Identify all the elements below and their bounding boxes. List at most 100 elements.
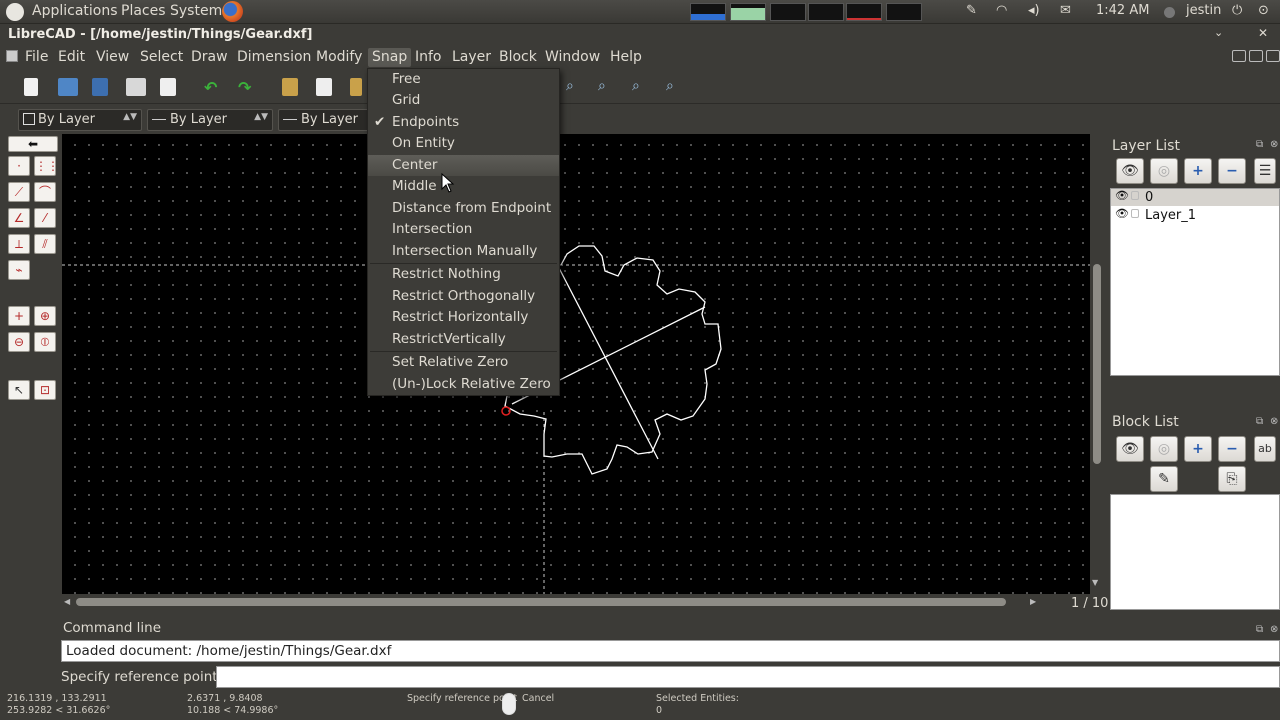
firefox-icon[interactable] xyxy=(222,1,243,22)
copy-icon[interactable] xyxy=(316,78,332,96)
layer-row-0[interactable]: 👁 0 xyxy=(1111,189,1279,206)
pen-width-select[interactable]: By Layer ▲▼ xyxy=(147,109,273,131)
menu-snap[interactable]: Snap xyxy=(368,48,412,67)
cut-icon[interactable] xyxy=(282,78,298,96)
restrict-vertically[interactable]: RestrictVertically xyxy=(368,329,559,350)
insert-block-button[interactable]: ⎘ xyxy=(1218,466,1246,492)
menu-help[interactable]: Help xyxy=(606,48,646,67)
zoom-pan-icon[interactable]: ⌕ xyxy=(666,78,686,96)
arc-tool-icon[interactable]: ⌒ xyxy=(34,182,56,202)
select-tool-icon[interactable]: ↖ xyxy=(8,380,30,400)
dock-float-icon[interactable]: ⧉ xyxy=(1256,624,1263,635)
menu-modify[interactable]: Modify xyxy=(312,48,366,67)
snap-grid[interactable]: Grid xyxy=(368,90,559,111)
scroll-left-icon[interactable]: ◀ xyxy=(64,597,70,606)
restrict-vertical-icon[interactable]: ⦶ xyxy=(34,332,56,352)
zoom-in-icon[interactable]: ⌕ xyxy=(598,78,618,96)
applications-menu[interactable]: Applications xyxy=(32,3,118,19)
restrict-horizontally[interactable]: Restrict Horizontally xyxy=(368,307,559,328)
lock-relative-zero[interactable]: (Un-)Lock Relative Zero xyxy=(368,374,559,395)
text-tool-icon[interactable]: ⌁ xyxy=(8,260,30,280)
close-icon[interactable]: ✕ xyxy=(1258,26,1268,40)
vertical-scroll-thumb[interactable] xyxy=(1093,264,1101,464)
save-icon[interactable] xyxy=(92,78,108,96)
system-menu[interactable]: System xyxy=(170,3,222,19)
command-input[interactable] xyxy=(216,666,1280,688)
menu-file[interactable]: File xyxy=(21,48,52,67)
hide-all-blocks-button[interactable]: ◎ xyxy=(1150,436,1178,462)
snap-distance-from-endpoint[interactable]: Distance from Endpoint xyxy=(368,198,559,219)
snap-intersection[interactable]: Intersection xyxy=(368,219,559,240)
spline-tool-icon[interactable]: ⫽ xyxy=(34,234,56,254)
add-block-button[interactable]: + xyxy=(1184,436,1212,462)
minimize-icon[interactable]: ⌄ xyxy=(1214,26,1223,39)
pen-color-select[interactable]: By Layer ▲▼ xyxy=(18,109,142,131)
restore-icon[interactable] xyxy=(1232,50,1246,62)
close-doc-icon[interactable] xyxy=(1266,50,1280,62)
remove-layer-button[interactable]: − xyxy=(1218,158,1246,184)
restrict-orthogonally[interactable]: Restrict Orthogonally xyxy=(368,286,559,307)
restrict-horizontal-icon[interactable]: ⊖ xyxy=(8,332,30,352)
shutdown-icon[interactable]: ⊙ xyxy=(1258,3,1269,18)
menu-dimension[interactable]: Dimension xyxy=(233,48,315,67)
snap-intersection-manually[interactable]: Intersection Manually xyxy=(368,241,559,262)
redo-icon[interactable]: ↷ xyxy=(238,78,258,97)
snap-on-entity[interactable]: On Entity xyxy=(368,133,559,154)
dock-close-icon[interactable]: ⊗ xyxy=(1270,416,1278,427)
power-icon[interactable]: ⏻ xyxy=(1232,3,1242,18)
dock-close-icon[interactable]: ⊗ xyxy=(1270,624,1278,635)
edit-icon[interactable]: ✎ xyxy=(966,3,977,18)
eye-icon[interactable]: 👁 xyxy=(1115,207,1129,220)
menu-draw[interactable]: Draw xyxy=(187,48,232,67)
pen-type-select[interactable]: By Layer xyxy=(278,109,370,131)
zoom-window-icon[interactable]: ⌕ xyxy=(632,78,652,96)
polyline-tool-icon[interactable]: ⟂ xyxy=(8,234,30,254)
places-menu[interactable]: Places xyxy=(121,3,166,19)
drawing-canvas[interactable] xyxy=(62,134,1090,594)
menu-view[interactable]: View xyxy=(92,48,133,67)
print-preview-icon[interactable] xyxy=(160,78,176,96)
print-icon[interactable] xyxy=(126,78,146,96)
scroll-right-icon[interactable]: ▶ xyxy=(1030,597,1036,606)
remove-block-button[interactable]: − xyxy=(1218,436,1246,462)
point-tool-icon[interactable]: · xyxy=(8,156,30,176)
scroll-down-icon[interactable]: ▼ xyxy=(1092,578,1098,587)
menu-block[interactable]: Block xyxy=(495,48,541,67)
snap-endpoints[interactable]: ✔ Endpoints xyxy=(368,112,559,133)
ubuntu-icon[interactable] xyxy=(6,3,24,21)
maximize-icon[interactable] xyxy=(1249,50,1263,62)
vertical-scrollbar[interactable]: ▼ xyxy=(1090,134,1104,594)
snap-free-icon[interactable]: + xyxy=(8,306,30,326)
show-all-layers-button[interactable]: 👁 xyxy=(1116,158,1144,184)
grid-tool-icon[interactable]: ⋮⋮ xyxy=(34,156,59,176)
dock-close-icon[interactable]: ⊗ xyxy=(1270,139,1278,150)
edit-block-button[interactable]: ✎ xyxy=(1150,466,1178,492)
menu-select[interactable]: Select xyxy=(136,48,187,67)
wifi-icon[interactable]: ◠ xyxy=(996,3,1007,18)
menu-edit[interactable]: Edit xyxy=(54,48,89,67)
mail-icon[interactable]: ✉ xyxy=(1060,3,1071,18)
menu-layer[interactable]: Layer xyxy=(448,48,495,67)
horizontal-scrollbar[interactable]: ◀ ▶ xyxy=(62,594,1042,610)
user-name[interactable]: jestin xyxy=(1186,3,1221,18)
set-relative-zero[interactable]: Set Relative Zero xyxy=(368,352,559,373)
dock-float-icon[interactable]: ⧉ xyxy=(1256,416,1263,427)
circle-tool-icon[interactable]: ∠ xyxy=(8,208,30,228)
zoom-auto-icon[interactable]: ⌕ xyxy=(566,78,586,96)
deselect-tool-icon[interactable]: ⊡ xyxy=(34,380,56,400)
undo-icon[interactable]: ↶ xyxy=(204,78,224,97)
volume-icon[interactable]: ◂) xyxy=(1028,3,1040,18)
paste-icon[interactable] xyxy=(350,78,362,96)
horizontal-scroll-thumb[interactable] xyxy=(76,598,1006,606)
dock-float-icon[interactable]: ⧉ xyxy=(1256,139,1263,150)
snap-center-icon[interactable]: ⊕ xyxy=(34,306,56,326)
open-file-icon[interactable] xyxy=(58,78,78,96)
lock-icon[interactable] xyxy=(1131,191,1139,200)
layer-attributes-button[interactable]: ☰ xyxy=(1254,158,1276,184)
new-file-icon[interactable] xyxy=(24,78,38,96)
show-all-blocks-button[interactable]: 👁 xyxy=(1116,436,1144,462)
lock-icon[interactable] xyxy=(1131,209,1139,218)
snap-middle[interactable]: Middle xyxy=(368,176,559,197)
eye-icon[interactable]: 👁 xyxy=(1115,189,1129,202)
add-layer-button[interactable]: + xyxy=(1184,158,1212,184)
